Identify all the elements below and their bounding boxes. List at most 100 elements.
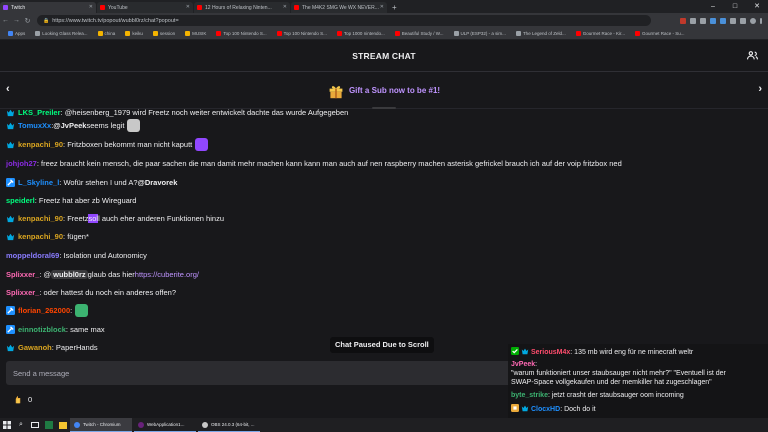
forward-icon[interactable]: → (11, 17, 22, 24)
chat-username[interactable]: johjoh27 (6, 159, 37, 168)
reload-icon[interactable]: ↻ (22, 17, 33, 25)
chat-message: moppeldoral69: Isolation und Autonomicy (6, 248, 147, 262)
chat-username[interactable]: moppeldoral69 (6, 251, 59, 260)
overlay-username: SeriousM4x (531, 349, 571, 356)
address-bar[interactable]: 🔒 https://www.twitch.tv/popout/wubbl0rz/… (37, 15, 651, 26)
bookmark-icon (97, 31, 103, 36)
bookmark-icon (8, 31, 13, 36)
chat-username[interactable]: kenpachi_90 (18, 214, 63, 223)
channel-points[interactable]: 0 (14, 395, 32, 404)
taskbar-app-label: WebApplication1... (147, 422, 185, 427)
browser-tab[interactable]: The M4K2 SMG We WX NEVER... ✕ (291, 2, 387, 13)
moderator-icon (6, 324, 15, 334)
overlay-message: SeriousM4x: 135 mb wird eng für ne minec… (511, 347, 693, 357)
chat-username[interactable]: kenpachi_90 (18, 232, 63, 241)
chat-username[interactable]: einnotizblock (18, 325, 66, 334)
search-icon[interactable]: ⌕ (14, 418, 28, 432)
close-icon[interactable]: ✕ (89, 4, 93, 10)
highlighted-text: sol (88, 213, 99, 223)
close-icon[interactable]: ✕ (380, 4, 384, 10)
lock-icon: 🔒 (43, 17, 50, 24)
file-explorer-icon[interactable] (56, 418, 70, 432)
bookmark-label: china (104, 31, 116, 36)
mention[interactable]: @JvPeek (53, 121, 86, 130)
menu-icon[interactable] (740, 17, 746, 24)
extension-icon[interactable] (700, 17, 706, 24)
extension-icon[interactable] (710, 17, 716, 24)
close-icon[interactable]: ✕ (283, 4, 287, 10)
app-icon (202, 421, 208, 428)
points-count: 0 (28, 395, 33, 404)
chevron-left-icon[interactable]: ‹ (6, 83, 10, 95)
chat-username[interactable]: LKS_Preiler (18, 109, 61, 117)
avatar[interactable] (750, 17, 756, 24)
new-tab-button[interactable]: + (392, 2, 397, 13)
back-icon[interactable]: ← (0, 17, 11, 24)
bookmark-item[interactable]: The Legend of Zeld... (512, 29, 570, 38)
mention[interactable]: @Dravorek (138, 178, 178, 187)
taskbar-app[interactable]: WebApplication1... (134, 418, 196, 432)
browser-tab[interactable]: 12 Hours of Relaxing Ninten... ✕ (194, 2, 290, 13)
chevron-right-icon[interactable]: › (758, 83, 762, 95)
chat-paused-button[interactable]: Chat Paused Due to Scroll (330, 337, 434, 353)
chat-message-text: seems legit (86, 120, 125, 130)
chat-link[interactable]: https://cuberite.org/ (135, 270, 199, 279)
chat-input[interactable] (6, 361, 516, 385)
bookmark-item[interactable]: Top 100 Nintendo S... (273, 29, 331, 38)
maximize-icon[interactable]: □ (724, 0, 746, 13)
chat-username[interactable]: Splixxer_ (6, 270, 39, 279)
prime-icon (521, 348, 529, 355)
bookmark-item[interactable]: Apps (4, 29, 29, 38)
task-view-icon[interactable] (28, 418, 42, 432)
chat-title: STREAM CHAT (352, 50, 416, 61)
bookmark-label: Apps (15, 31, 26, 36)
chat-username[interactable]: Splixxer_ (6, 288, 39, 297)
chat-username[interactable]: Gawanoh (18, 343, 52, 352)
bookmark-item[interactable]: Looking Glass Relea... (31, 29, 91, 38)
extension-icon[interactable] (720, 17, 726, 24)
bookmark-item[interactable]: Top 100 Nintendo S... (212, 29, 270, 38)
windows-start-icon[interactable] (0, 418, 14, 432)
chat-username[interactable]: kenpachi_90 (18, 140, 63, 149)
community-icon[interactable] (747, 50, 758, 61)
prime-icon (6, 344, 15, 351)
browser-toolbar: ← → ↻ 🔒 https://www.twitch.tv/popout/wub… (0, 13, 768, 28)
chat-username[interactable]: L_Skyline_l (18, 178, 59, 187)
minimize-icon[interactable]: – (702, 0, 724, 13)
bookmark-item[interactable]: ULP (ESP32) - a sim... (450, 29, 510, 38)
overlay-message: SWAP-Space vollgekaufen und der memkille… (511, 378, 712, 387)
chat-username[interactable]: TomuxXx (18, 121, 51, 130)
bookmark-label: MUSIK (192, 31, 207, 36)
mention[interactable]: wubbl0rz (51, 269, 88, 279)
more-icon[interactable] (760, 17, 762, 24)
chat-username[interactable]: speiderl (6, 196, 35, 205)
bookmark-item[interactable]: china (94, 29, 120, 38)
bookmark-label: Looking Glass Relea... (42, 31, 88, 36)
close-icon[interactable]: ✕ (186, 4, 190, 10)
gift-sub-banner[interactable]: Gift a Sub now to be #1! (0, 73, 768, 109)
browser-tab[interactable]: YouTube ✕ (97, 2, 193, 13)
taskbar-app[interactable]: Twitch - Chromium (70, 418, 132, 432)
bookmark-item[interactable]: Gourmet Race - Su... (631, 29, 689, 38)
bookmark-item[interactable]: session (149, 29, 179, 38)
bookmark-item[interactable]: Beautiful Study / W... (391, 29, 448, 38)
overlay-message-text: : jetzt crasht der staubsauger oom incom… (547, 392, 684, 399)
overlay-message: ClocxHD: Doch do it (511, 404, 596, 414)
chat-message: Gawanoh: PaperHands (6, 340, 98, 354)
close-window-icon[interactable]: ✕ (746, 0, 768, 13)
bookmark-item[interactable]: Top 1000 nintendo... (333, 29, 389, 38)
browser-tab[interactable]: Twitch ✕ (0, 2, 96, 13)
bookmark-item[interactable]: Gourmet Race - Kir... (572, 29, 629, 38)
extension-icon[interactable] (690, 17, 696, 24)
extension-icon[interactable] (680, 17, 686, 24)
taskbar-app[interactable]: OBS 24.0.3 (64-bit, ... (198, 418, 260, 432)
bookmark-item[interactable]: keiku (121, 29, 147, 38)
bookmark-item[interactable]: MUSIK (181, 29, 210, 38)
puzzle-icon[interactable] (730, 17, 736, 24)
overlay-username: byte_strike (511, 392, 548, 399)
chat-username[interactable]: florian_262000 (18, 306, 70, 315)
chat-message-list: LKS_Preiler: @heisenberg_1979 wird Freet… (0, 109, 768, 361)
app-icon (138, 421, 144, 428)
excel-icon[interactable] (42, 418, 56, 432)
chat-message-text: : (70, 305, 73, 315)
